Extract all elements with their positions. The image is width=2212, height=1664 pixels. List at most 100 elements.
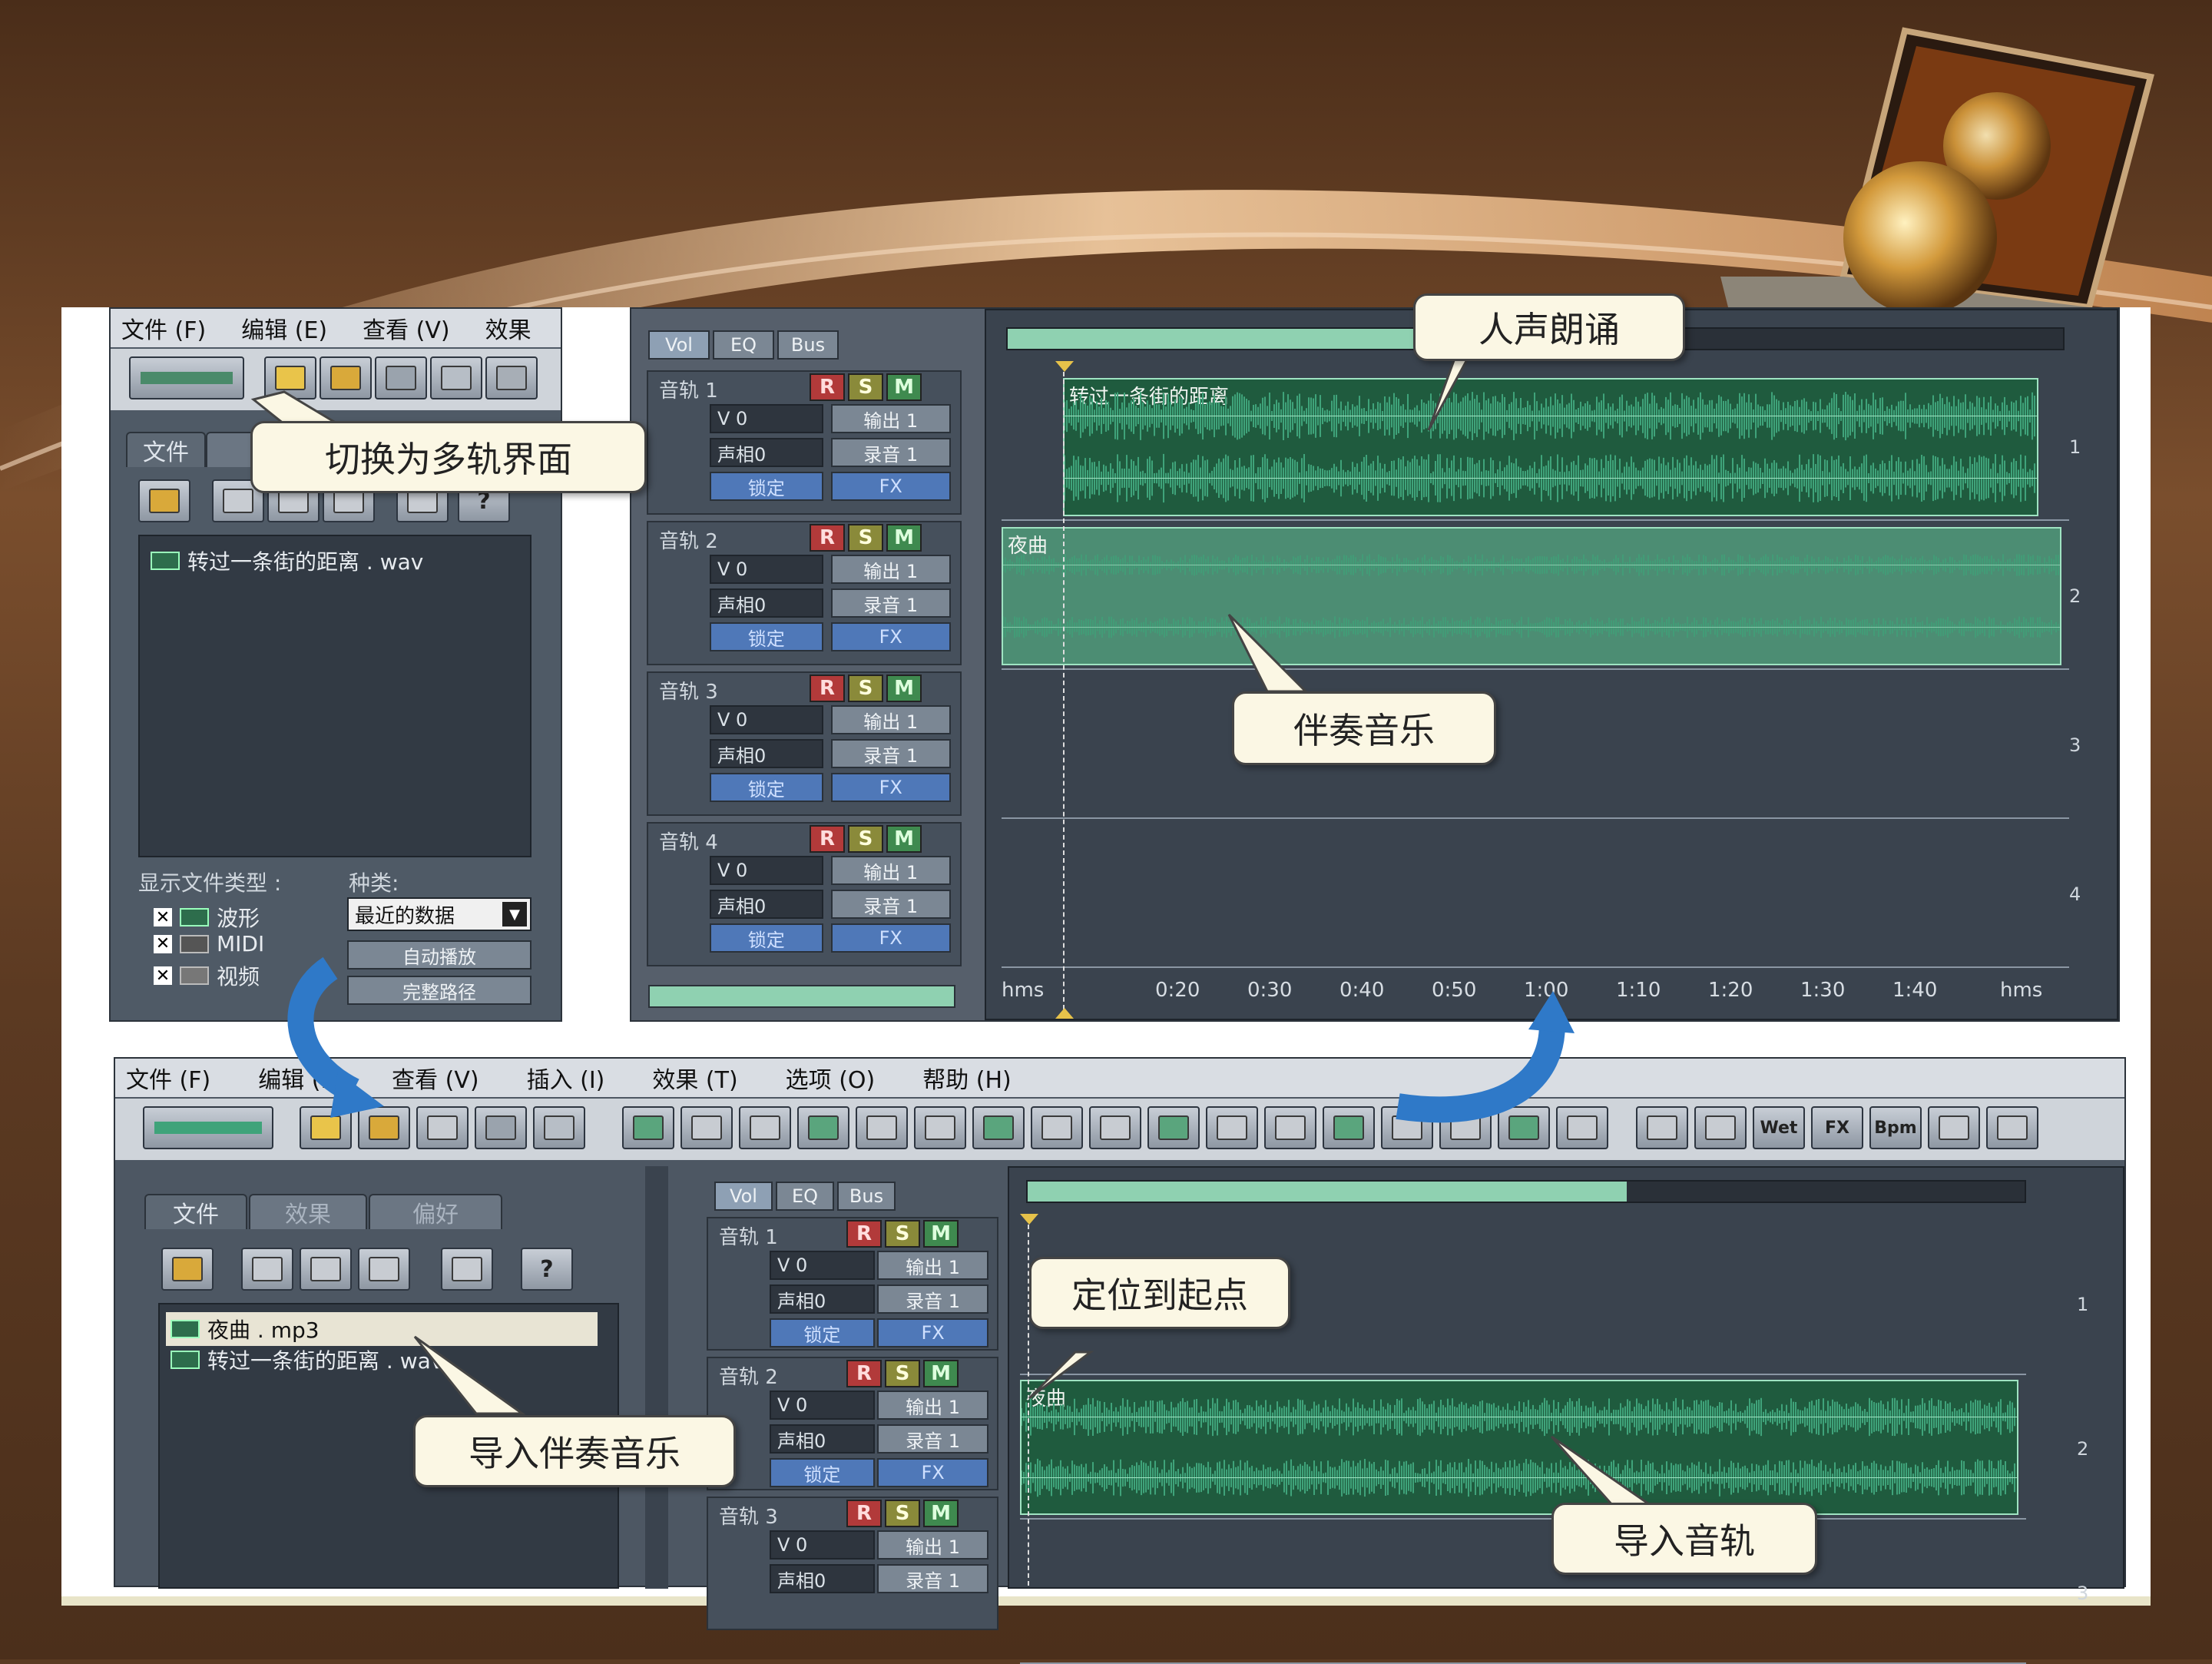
scrub-button[interactable] xyxy=(1439,1106,1492,1149)
save-button[interactable] xyxy=(375,356,427,399)
filter-midi[interactable]: ✕ MIDI xyxy=(154,931,264,956)
mute-button[interactable]: M xyxy=(886,373,922,401)
tab-preferences[interactable]: 偏好 xyxy=(369,1194,502,1229)
menu-insert[interactable]: 插入 (I) xyxy=(527,1061,605,1095)
new-file-button[interactable] xyxy=(300,1106,352,1149)
lock-button[interactable]: 锁定 xyxy=(710,622,823,651)
menu-file[interactable]: 文件 (F) xyxy=(121,311,206,345)
open-file-button[interactable] xyxy=(358,1106,410,1149)
checkbox-checked[interactable]: ✕ xyxy=(154,908,172,927)
playhead-marker-icon[interactable] xyxy=(1020,1214,1038,1225)
insert-silence-button[interactable] xyxy=(1323,1106,1375,1149)
autoplay-button[interactable]: 自动播放 xyxy=(347,940,531,970)
record-input-button[interactable]: 录音 1 xyxy=(830,588,951,618)
new-file-button[interactable] xyxy=(264,356,316,399)
tab-effects[interactable] xyxy=(206,432,255,467)
record-button[interactable]: R xyxy=(846,1220,882,1248)
save-as-button[interactable] xyxy=(430,356,482,399)
list-item-selected[interactable]: 夜曲 . mp3 xyxy=(166,1312,598,1346)
db-meter-button[interactable] xyxy=(1636,1106,1688,1149)
record-button[interactable]: R xyxy=(810,373,845,401)
menu-effects[interactable]: 效果 (T) xyxy=(652,1061,737,1095)
output-button[interactable]: 输出 1 xyxy=(830,555,951,584)
tab-eq[interactable]: EQ xyxy=(713,330,774,360)
pan-field[interactable]: 声相0 xyxy=(710,739,823,768)
list-item[interactable]: 转过一条街的距离 . wav xyxy=(151,545,423,576)
fullpath-button[interactable]: 完整路径 xyxy=(347,976,531,1005)
overview-bar[interactable] xyxy=(1026,1180,2026,1203)
lock-button[interactable]: 锁定 xyxy=(770,1318,875,1347)
lock-button[interactable] xyxy=(1147,1106,1200,1149)
kind-select[interactable]: 最近的数据 ▼ xyxy=(347,897,531,931)
punch-in-button[interactable] xyxy=(1381,1106,1433,1149)
record-button[interactable]: R xyxy=(810,825,845,853)
record-input-button[interactable]: 录音 1 xyxy=(877,1284,988,1314)
output-button[interactable]: 输出 1 xyxy=(830,404,951,433)
pan-field[interactable]: 声相0 xyxy=(710,890,823,919)
record-button[interactable]: R xyxy=(846,1360,882,1387)
mute-button[interactable]: M xyxy=(886,825,922,853)
fx-button[interactable]: FX xyxy=(830,622,951,651)
import-file-button[interactable] xyxy=(161,1248,214,1291)
pan-field[interactable]: 声相0 xyxy=(770,1564,875,1593)
solo-button[interactable]: S xyxy=(885,1360,920,1387)
zoom-button[interactable] xyxy=(1556,1106,1608,1149)
output-button[interactable]: 输出 1 xyxy=(830,705,951,734)
solo-button[interactable]: S xyxy=(848,675,883,702)
audio-clip-accompaniment[interactable]: 夜曲 xyxy=(1020,1380,2018,1515)
volume-field[interactable]: V 0 xyxy=(770,1530,875,1560)
audio-clip-accompaniment[interactable]: 夜曲 xyxy=(1002,527,2061,665)
volume-field[interactable]: V 0 xyxy=(770,1251,875,1280)
solo-button[interactable]: S xyxy=(848,524,883,552)
record-button[interactable]: R xyxy=(810,524,845,552)
menu-file[interactable]: 文件 (F) xyxy=(126,1061,210,1095)
lock-button[interactable]: 锁定 xyxy=(710,472,823,501)
open-file-button[interactable] xyxy=(320,356,372,399)
switch-edit-view-button[interactable] xyxy=(143,1106,273,1149)
mute-button[interactable]: M xyxy=(886,524,922,552)
envelope-wet-button[interactable]: Wet xyxy=(1753,1106,1805,1149)
overview-visible-range[interactable] xyxy=(1028,1182,1627,1202)
mute-button[interactable]: M xyxy=(923,1220,959,1248)
record-input-button[interactable]: 录音 1 xyxy=(830,739,951,768)
lock-button[interactable]: 锁定 xyxy=(710,773,823,802)
menu-view[interactable]: 查看 (V) xyxy=(392,1061,478,1095)
lock-button[interactable]: 锁定 xyxy=(770,1458,875,1487)
fx-button[interactable]: FX xyxy=(830,923,951,953)
mute-button[interactable]: M xyxy=(923,1360,959,1387)
tab-vol[interactable]: Vol xyxy=(714,1182,773,1211)
track-lane[interactable] xyxy=(1020,1521,2026,1664)
panel-splitter[interactable] xyxy=(645,1166,668,1589)
record-input-button[interactable]: 录音 1 xyxy=(877,1424,988,1454)
pan-field[interactable]: 声相0 xyxy=(770,1284,875,1314)
track-lane[interactable] xyxy=(1002,673,2069,819)
record-button[interactable]: R xyxy=(846,1500,882,1527)
close-file-button[interactable] xyxy=(241,1248,293,1291)
solo-button[interactable]: S xyxy=(885,1500,920,1527)
volume-field[interactable]: V 0 xyxy=(710,555,823,584)
track-lane[interactable]: 夜曲 xyxy=(1002,524,2069,670)
checkbox-checked[interactable]: ✕ xyxy=(154,934,172,953)
track-lane[interactable]: 夜曲 xyxy=(1020,1377,2026,1520)
lock-button[interactable]: 锁定 xyxy=(710,923,823,953)
pan-field[interactable]: 声相0 xyxy=(710,588,823,618)
print-button[interactable] xyxy=(416,1106,469,1149)
solo-button[interactable]: S xyxy=(848,825,883,853)
fx-button[interactable]: FX xyxy=(877,1458,988,1487)
volume-field[interactable]: V 0 xyxy=(770,1391,875,1420)
align-button[interactable] xyxy=(1206,1106,1258,1149)
record-button[interactable]: R xyxy=(810,675,845,702)
overview-visible-range[interactable] xyxy=(1008,329,1438,349)
mute-button[interactable]: M xyxy=(886,675,922,702)
volume-field[interactable]: V 0 xyxy=(710,856,823,885)
save-as-button[interactable] xyxy=(533,1106,585,1149)
fx-button[interactable]: FX xyxy=(877,1318,988,1347)
audio-clip-vocal[interactable]: 转过一条街的距离 xyxy=(1063,378,2038,516)
output-button[interactable]: 输出 1 xyxy=(877,1391,988,1420)
hybrid-button[interactable] xyxy=(972,1106,1025,1149)
track-lane[interactable]: 转过一条街的距离 xyxy=(1002,375,2069,521)
tab-bus[interactable]: Bus xyxy=(777,330,839,360)
track-lane[interactable] xyxy=(1002,822,2069,968)
track-props-button[interactable] xyxy=(739,1106,791,1149)
menu-options[interactable]: 选项 (O) xyxy=(786,1061,876,1095)
